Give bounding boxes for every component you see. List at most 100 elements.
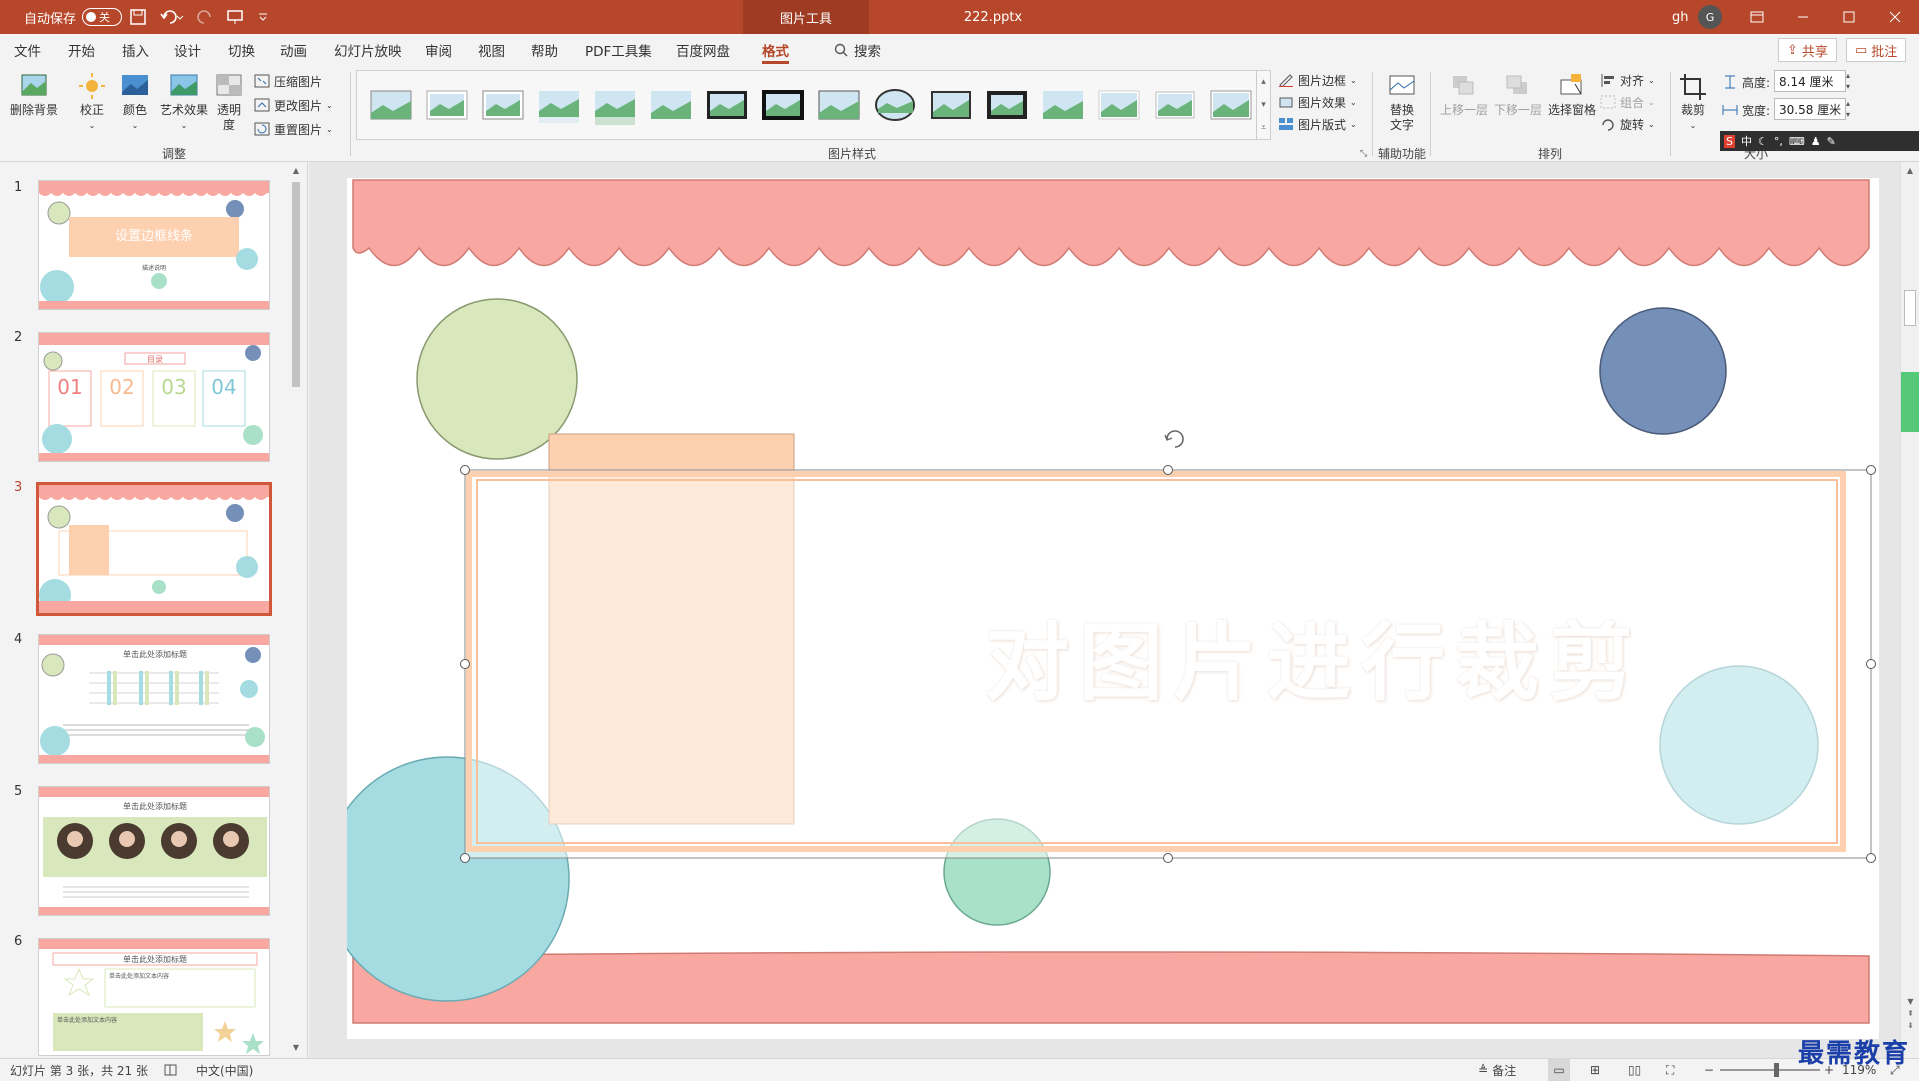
picture-style-10[interactable] <box>873 83 917 127</box>
color-button[interactable]: 颜色 ⌄ <box>116 72 154 133</box>
present-from-start-icon[interactable] <box>226 0 244 34</box>
ime-chinese-icon[interactable]: 中 <box>1741 133 1752 149</box>
ime-toolbar[interactable]: S 中 ☾ °, ⌨ ♟ ✎ <box>1720 131 1919 151</box>
picture-style-5[interactable] <box>593 83 637 127</box>
slide-sorter-icon[interactable]: ⊞ <box>1590 1059 1600 1081</box>
picture-style-11[interactable] <box>929 83 973 127</box>
slide-thumbnail-5[interactable]: 单击此处添加标题 <box>38 786 270 916</box>
picture-style-6[interactable] <box>649 83 693 127</box>
ribbon-display-icon[interactable] <box>1734 0 1780 34</box>
slide-thumbnail-2[interactable]: 目录 01 02 03 04 <box>38 332 270 462</box>
picture-style-7[interactable] <box>705 83 749 127</box>
save-icon[interactable] <box>130 0 146 34</box>
picture-style-9[interactable] <box>817 83 861 127</box>
rotate-button[interactable]: 旋转 ⌄ <box>1600 114 1655 134</box>
height-spinner[interactable]: ▴ ▾ <box>1846 70 1850 92</box>
resize-handle-ne[interactable] <box>1866 465 1876 475</box>
customize-quick-access-icon[interactable] <box>258 0 268 34</box>
undo-icon[interactable] <box>160 0 184 34</box>
slide-thumbnail-1[interactable]: 设置边框线条 描述说明 <box>38 180 270 310</box>
reset-picture-button[interactable]: 重置图片 ⌄ <box>254 119 333 139</box>
group-button[interactable]: 组合 ⌄ <box>1600 92 1655 112</box>
avatar[interactable]: G <box>1698 5 1722 29</box>
tab-animations[interactable]: 动画 <box>280 34 307 66</box>
autosave-control[interactable]: 自动保存 关 <box>24 0 123 34</box>
reading-view-icon[interactable]: ▯▯ <box>1628 1059 1641 1081</box>
compress-pictures-button[interactable]: 压缩图片 <box>254 71 322 91</box>
tab-format[interactable]: 格式 <box>762 34 789 66</box>
tab-insert[interactable]: 插入 <box>122 34 149 66</box>
picture-style-2[interactable] <box>425 83 469 127</box>
picture-layout-button[interactable]: 图片版式 ⌄ <box>1278 114 1357 134</box>
redo-icon[interactable] <box>196 0 214 34</box>
corrections-button[interactable]: 校正 ⌄ <box>74 72 110 133</box>
gallery-scroll[interactable]: ▴ ▾ ⩡ <box>1256 71 1270 139</box>
align-button[interactable]: 对齐 ⌄ <box>1600 70 1655 90</box>
picture-style-15[interactable] <box>1153 83 1197 127</box>
slide-thumbnail-6[interactable]: 单击此处添加标题 单击此处添加文本内容 单击此处添加文本内容 <box>38 938 270 1056</box>
ime-punct-icon[interactable]: °, <box>1774 135 1783 148</box>
zoom-out-icon[interactable]: − <box>1704 1059 1714 1081</box>
spell-check-icon[interactable] <box>164 1059 178 1081</box>
rotate-handle[interactable] <box>1157 426 1181 450</box>
change-picture-button[interactable]: 更改图片 ⌄ <box>254 95 333 115</box>
picture-style-1[interactable] <box>369 83 413 127</box>
picture-style-16[interactable] <box>1209 83 1253 127</box>
tab-review[interactable]: 审阅 <box>425 34 452 66</box>
picture-style-13[interactable] <box>1041 83 1085 127</box>
resize-handle-nw[interactable] <box>460 465 470 475</box>
picture-border-button[interactable]: 图片边框 ⌄ <box>1278 70 1357 90</box>
tab-file[interactable]: 文件 <box>14 34 41 66</box>
notes-button[interactable]: ≜ 备注 <box>1478 1059 1516 1081</box>
picture-style-4[interactable] <box>537 83 581 127</box>
alt-text-button[interactable]: 替换 文字 <box>1382 72 1422 133</box>
slide-scrollbar[interactable]: ▲ ▼ ⇞ ⇟ <box>1900 162 1919 1058</box>
tab-pdf-tools[interactable]: PDF工具集 <box>585 34 652 66</box>
tab-view[interactable]: 视图 <box>478 34 505 66</box>
resize-handle-se[interactable] <box>1866 853 1876 863</box>
autosave-toggle[interactable]: 关 <box>82 8 123 26</box>
tab-design[interactable]: 设计 <box>174 34 201 66</box>
height-input[interactable]: 8.14 厘米 <box>1774 70 1846 92</box>
ime-keyboard-icon[interactable]: ⌨ <box>1789 135 1805 148</box>
share-button[interactable]: ⇪ 共享 <box>1778 38 1837 62</box>
tab-slideshow[interactable]: 幻灯片放映 <box>334 34 402 66</box>
remove-background-button[interactable]: 删除背景 <box>8 72 60 118</box>
thumbnail-scrollbar[interactable]: ▲ ▼ <box>290 166 302 1052</box>
picture-effects-button[interactable]: 图片效果 ⌄ <box>1278 92 1357 112</box>
comments-button[interactable]: ▭ 批注 <box>1846 38 1907 62</box>
user-name[interactable]: gh <box>1672 0 1689 34</box>
selection-pane-button[interactable]: 选择窗格 <box>1546 72 1598 118</box>
crop-button[interactable]: 裁剪 ⌄ <box>1678 72 1708 133</box>
slide-title-text[interactable]: 对图片进行裁剪 <box>794 596 1834 717</box>
artistic-effects-button[interactable]: 艺术效果 ⌄ <box>158 72 210 133</box>
minimize-icon[interactable] <box>1780 0 1826 34</box>
dialog-launcher-icon[interactable]: ⤡ <box>1360 149 1367 159</box>
slideshow-view-icon[interactable]: ⛶ <box>1666 1059 1674 1081</box>
ime-user-icon[interactable]: ♟ <box>1811 135 1821 148</box>
resize-handle-s[interactable] <box>1163 853 1173 863</box>
resize-handle-sw[interactable] <box>460 853 470 863</box>
picture-style-3[interactable] <box>481 83 525 127</box>
tab-home[interactable]: 开始 <box>68 34 95 66</box>
picture-style-8[interactable] <box>761 83 805 127</box>
close-icon[interactable] <box>1872 0 1918 34</box>
ime-moon-icon[interactable]: ☾ <box>1758 135 1768 148</box>
width-spinner[interactable]: ▴ ▾ <box>1846 98 1850 120</box>
width-input[interactable]: 30.58 厘米 <box>1774 98 1846 120</box>
transparency-button[interactable]: 透明 度 <box>214 72 244 133</box>
slide-thumbnail-4[interactable]: 单击此处添加标题 <box>38 634 270 764</box>
slide-thumbnail-3[interactable] <box>36 482 272 616</box>
maximize-icon[interactable] <box>1826 0 1872 34</box>
tab-help[interactable]: 帮助 <box>531 34 558 66</box>
search-box[interactable]: 搜索 <box>834 34 881 66</box>
bring-forward-button[interactable]: 上移一层 <box>1438 72 1490 118</box>
resize-handle-n[interactable] <box>1163 465 1173 475</box>
resize-handle-w[interactable] <box>460 659 470 669</box>
language-indicator[interactable]: 中文(中国) <box>196 1059 253 1081</box>
tab-baidu-netdisk[interactable]: 百度网盘 <box>676 34 730 66</box>
ime-settings-icon[interactable]: ✎ <box>1827 135 1836 148</box>
tab-transitions[interactable]: 切换 <box>228 34 255 66</box>
resize-handle-e[interactable] <box>1866 659 1876 669</box>
current-slide[interactable]: 对图片进行裁剪 <box>347 178 1879 1039</box>
